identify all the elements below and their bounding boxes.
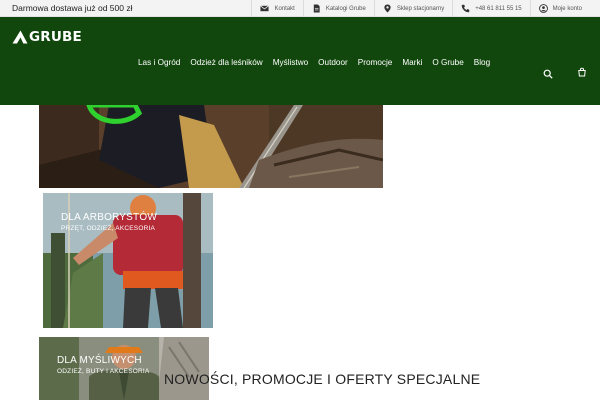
hunter-tile-subtitle: ODZIEŻ, BUTY I AKCESORIA	[57, 368, 150, 375]
nav-las-i-ogrod[interactable]: Las i Ogród	[138, 58, 180, 67]
free-delivery-text: Darmowa dostawa już od 500 zł	[12, 3, 133, 13]
top-links: Kontakt Katalogi Grube Sklep stacjonarny…	[251, 0, 590, 17]
nav-o-grube[interactable]: O Grube	[432, 58, 463, 67]
store-link[interactable]: Sklep stacjonarny	[373, 0, 452, 17]
nav-marki[interactable]: Marki	[402, 58, 422, 67]
envelope-icon	[260, 5, 270, 12]
grube-logo[interactable]: GRUBE	[12, 29, 82, 45]
main-header: GRUBE Las i Ogród Odzież dla leśników My…	[0, 17, 600, 105]
account-link[interactable]: Moje konto	[529, 0, 590, 17]
catalog-icon	[313, 4, 320, 13]
phone-link[interactable]: +48 61 811 55 15	[452, 0, 529, 17]
account-label: Moje konto	[552, 5, 582, 12]
catalog-label: Katalogi Grube	[325, 5, 366, 12]
arborist-category-tile[interactable]: DLA ARBORYSTÓW PRZĘT, ODZIEŻ, AKCESORIA	[43, 193, 213, 328]
logo-text: GRUBE	[29, 29, 82, 45]
logo-mark-icon	[12, 30, 28, 44]
nav-blog[interactable]: Blog	[474, 58, 490, 67]
main-navigation: Las i Ogród Odzież dla leśników Myślistw…	[138, 58, 500, 67]
map-pin-icon	[384, 4, 391, 13]
store-label: Sklep stacjonarny	[396, 5, 445, 12]
contact-label: Kontakt	[274, 5, 295, 12]
search-icon[interactable]	[543, 69, 553, 79]
forestry-photo	[39, 105, 383, 188]
phone-icon	[461, 4, 470, 13]
catalog-link[interactable]: Katalogi Grube	[302, 0, 374, 17]
contact-link[interactable]: Kontakt	[251, 0, 302, 17]
section-heading-news: NOWOŚCI, PROMOCJE I OFERTY SPECJALNE	[164, 371, 481, 387]
nav-odziez-dla-lesnikow[interactable]: Odzież dla leśników	[190, 58, 262, 67]
nav-promocje[interactable]: Promocje	[358, 58, 393, 67]
phone-label: +48 61 811 55 15	[475, 5, 522, 12]
forestry-banner-image[interactable]	[39, 105, 383, 188]
user-icon	[538, 4, 548, 13]
nav-myslistwo[interactable]: Myślistwo	[273, 58, 308, 67]
hunter-category-tile[interactable]: DLA MYŚLIWYCH ODZIEŻ, BUTY I AKCESORIA	[39, 337, 209, 400]
arborist-tile-title: DLA ARBORYSTÓW	[61, 212, 157, 223]
cart-icon[interactable]	[577, 67, 587, 77]
hunter-tile-title: DLA MYŚLIWYCH	[57, 355, 142, 366]
arborist-tile-subtitle: PRZĘT, ODZIEŻ, AKCESORIA	[61, 225, 156, 232]
top-utility-bar: Darmowa dostawa już od 500 zł Kontakt Ka…	[0, 0, 600, 17]
nav-outdoor[interactable]: Outdoor	[318, 58, 348, 67]
